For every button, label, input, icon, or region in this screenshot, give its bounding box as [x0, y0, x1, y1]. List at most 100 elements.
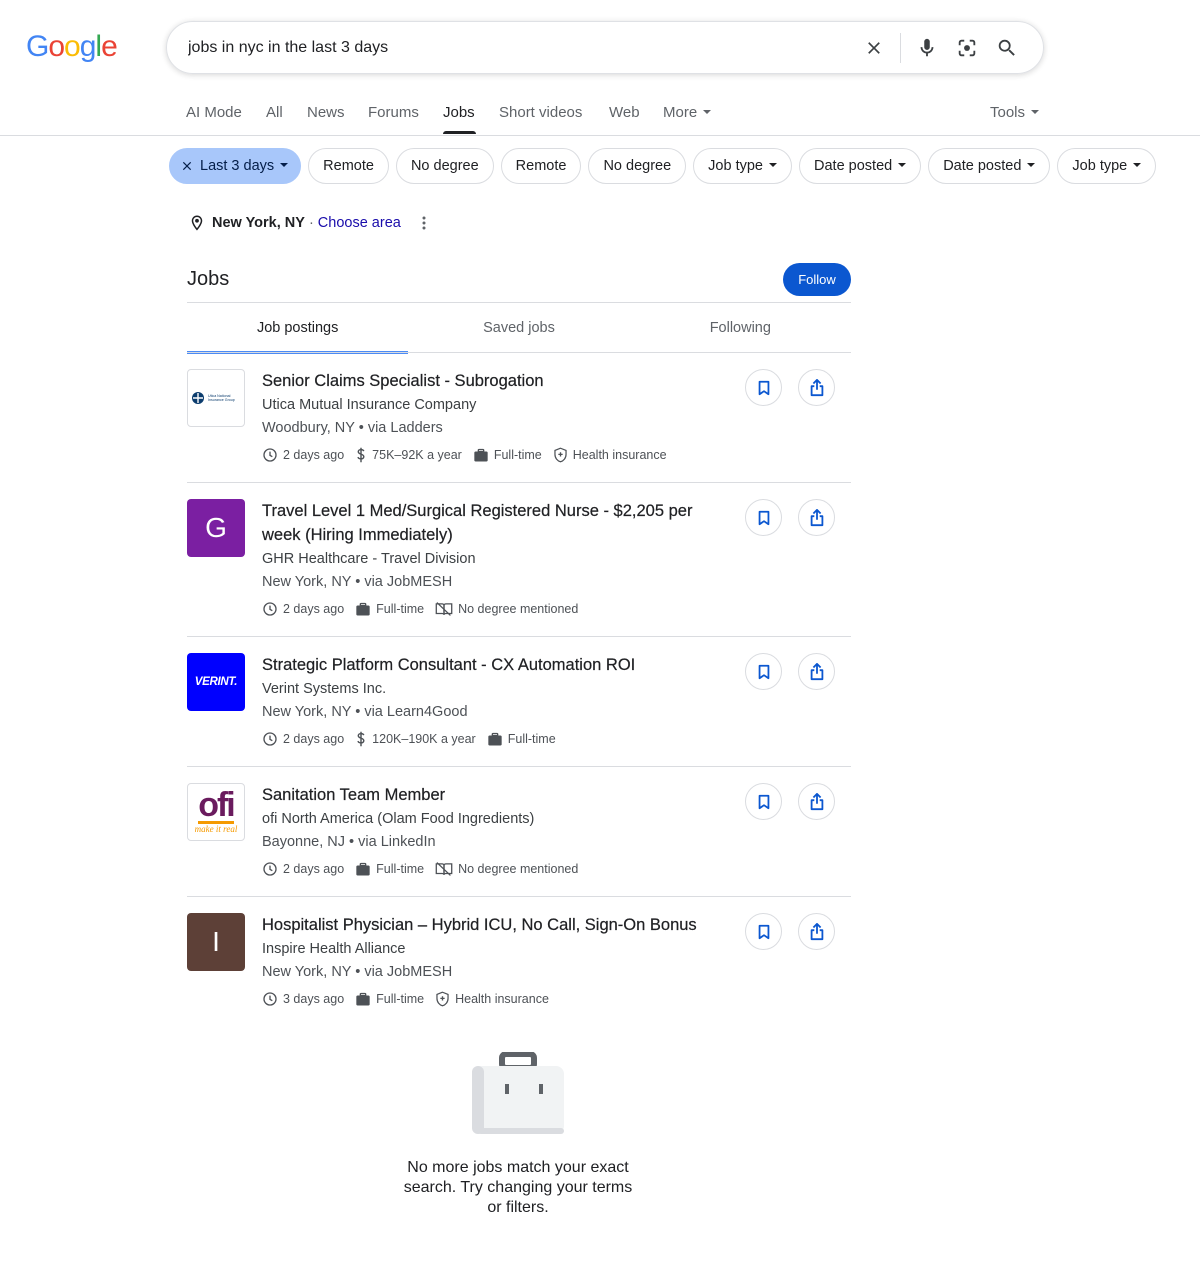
- tab-saved-jobs[interactable]: Saved jobs: [408, 303, 629, 353]
- share-icon: [809, 378, 825, 397]
- job-meta-item: 2 days ago: [262, 731, 344, 747]
- tab-job-postings[interactable]: Job postings: [187, 303, 409, 354]
- chip-remote[interactable]: Remote: [500, 148, 582, 184]
- follow-button[interactable]: Follow: [783, 263, 851, 296]
- chip-job-type[interactable]: Job type: [693, 148, 792, 184]
- tab-jobs[interactable]: Jobs: [443, 104, 475, 121]
- tab-following[interactable]: Following: [630, 303, 851, 353]
- tab-web[interactable]: Web: [609, 104, 640, 121]
- job-meta-text: Health insurance: [572, 448, 667, 462]
- save-job-button[interactable]: [745, 783, 782, 820]
- job-listing[interactable]: ofi make it real Sanitation Team Member ofi…: [187, 767, 851, 897]
- job-location: Bayonne, NJ • via LinkedIn: [262, 834, 436, 850]
- chip-job-type[interactable]: Job type: [1057, 148, 1157, 184]
- job-meta-text: Health insurance: [455, 992, 549, 1006]
- job-meta-item: 2 days ago: [262, 601, 344, 617]
- chip-label: Remote: [323, 158, 374, 174]
- share-job-button[interactable]: [798, 783, 835, 820]
- save-job-button[interactable]: [745, 369, 782, 406]
- job-meta-item: Health insurance: [435, 991, 549, 1007]
- logo-tagline: make it real: [194, 823, 238, 834]
- logo-letter: o: [48, 30, 65, 63]
- mic-icon: [920, 38, 934, 56]
- chip-date-posted[interactable]: Date posted: [799, 148, 922, 184]
- chip-label: Job type: [1072, 158, 1128, 174]
- job-meta-item: 75K–92K a year: [355, 447, 462, 463]
- dollar-icon: [355, 731, 372, 747]
- search-input[interactable]: [188, 38, 854, 57]
- google-logo[interactable]: Google: [26, 30, 118, 64]
- job-meta-text: 120K–190K a year: [372, 732, 476, 746]
- location-pin-icon: [191, 215, 203, 231]
- job-meta: 2 days ago 75K–92K a year Full-time Health …: [262, 446, 851, 464]
- bookmark-icon: [757, 664, 771, 680]
- tab-all[interactable]: All: [266, 104, 283, 121]
- job-meta-item: 2 days ago: [262, 861, 344, 877]
- save-job-button[interactable]: [745, 913, 782, 950]
- voice-search-button[interactable]: [907, 28, 947, 68]
- job-location: Woodbury, NY • via Ladders: [262, 420, 443, 436]
- more-options-button[interactable]: [417, 215, 431, 231]
- save-job-button[interactable]: [745, 653, 782, 690]
- job-meta-item: Full-time: [487, 732, 556, 747]
- job-meta-text: Full-time: [507, 732, 556, 746]
- bookmark-icon: [757, 510, 771, 526]
- job-meta-item: 3 days ago: [262, 991, 344, 1007]
- job-list: Utica National Insurance Group Senior Cla…: [187, 353, 851, 1026]
- chip-remote[interactable]: Remote: [308, 148, 389, 184]
- logo-letter: G: [26, 30, 49, 63]
- job-listing[interactable]: I Hospitalist Physician – Hybrid ICU, No …: [187, 897, 851, 1026]
- chip-no-degree[interactable]: No degree: [395, 148, 494, 184]
- tab-news[interactable]: News: [307, 104, 345, 121]
- tab-forums[interactable]: Forums: [368, 104, 419, 121]
- job-actions: [745, 913, 835, 950]
- job-meta-text: Full-time: [376, 992, 425, 1006]
- job-company: GHR Healthcare - Travel Division: [262, 551, 476, 567]
- job-meta-text: 3 days ago: [283, 992, 345, 1006]
- logo-letter: o: [64, 30, 81, 63]
- chip-date-posted[interactable]: Date posted: [928, 148, 1051, 184]
- logo-letter: g: [79, 30, 97, 63]
- more-vert-icon: [422, 216, 426, 230]
- share-job-button[interactable]: [798, 913, 835, 950]
- job-location: New York, NY • via Learn4Good: [262, 704, 468, 720]
- degree-book-icon: [435, 601, 458, 617]
- search-box: [166, 21, 1044, 74]
- tab-short-videos[interactable]: Short videos: [499, 104, 582, 121]
- close-icon[interactable]: [180, 159, 194, 173]
- job-title[interactable]: Travel Level 1 Med/Surgical Registered N…: [262, 499, 722, 547]
- job-title[interactable]: Sanitation Team Member: [262, 783, 722, 807]
- tools-button[interactable]: Tools: [990, 104, 1040, 121]
- chevron-down-icon: [703, 110, 712, 115]
- clear-search-button[interactable]: [854, 28, 894, 68]
- job-title[interactable]: Strategic Platform Consultant - CX Autom…: [262, 653, 722, 677]
- close-icon: [868, 41, 880, 54]
- lens-search-button[interactable]: [947, 28, 987, 68]
- save-job-button[interactable]: [745, 499, 782, 536]
- tab-ai-mode[interactable]: AI Mode: [186, 104, 242, 121]
- choose-area-link[interactable]: Choose area: [318, 215, 401, 231]
- share-job-button[interactable]: [798, 499, 835, 536]
- clock-icon: [262, 731, 283, 747]
- job-listing[interactable]: Utica National Insurance Group Senior Cla…: [187, 353, 851, 483]
- job-title[interactable]: Hospitalist Physician – Hybrid ICU, No C…: [262, 913, 722, 937]
- job-listing[interactable]: VERINT. Strategic Platform Consultant - C…: [187, 637, 851, 767]
- chip-last-3-days[interactable]: Last 3 days: [169, 148, 302, 184]
- chevron-down-icon: [898, 163, 907, 167]
- job-meta: 3 days ago Full-time Health insurance: [262, 990, 851, 1008]
- job-meta-text: 2 days ago: [283, 602, 345, 616]
- job-actions: [745, 499, 835, 536]
- job-meta-text: Full-time: [493, 448, 542, 462]
- job-actions: [745, 653, 835, 690]
- chip-no-degree[interactable]: No degree: [588, 148, 687, 184]
- share-job-button[interactable]: [798, 369, 835, 406]
- degree-book-icon: [435, 861, 458, 877]
- job-meta-text: 2 days ago: [283, 448, 345, 462]
- job-title[interactable]: Senior Claims Specialist - Subrogation: [262, 369, 722, 393]
- tab-more[interactable]: More: [663, 104, 712, 121]
- share-job-button[interactable]: [798, 653, 835, 690]
- search-submit-button[interactable]: [987, 28, 1027, 68]
- filter-chips: Last 3 days Remote No degree Remote No d…: [169, 148, 1157, 184]
- job-listing[interactable]: G Travel Level 1 Med/Surgical Registered …: [187, 483, 851, 637]
- job-meta-text: No degree mentioned: [458, 602, 579, 616]
